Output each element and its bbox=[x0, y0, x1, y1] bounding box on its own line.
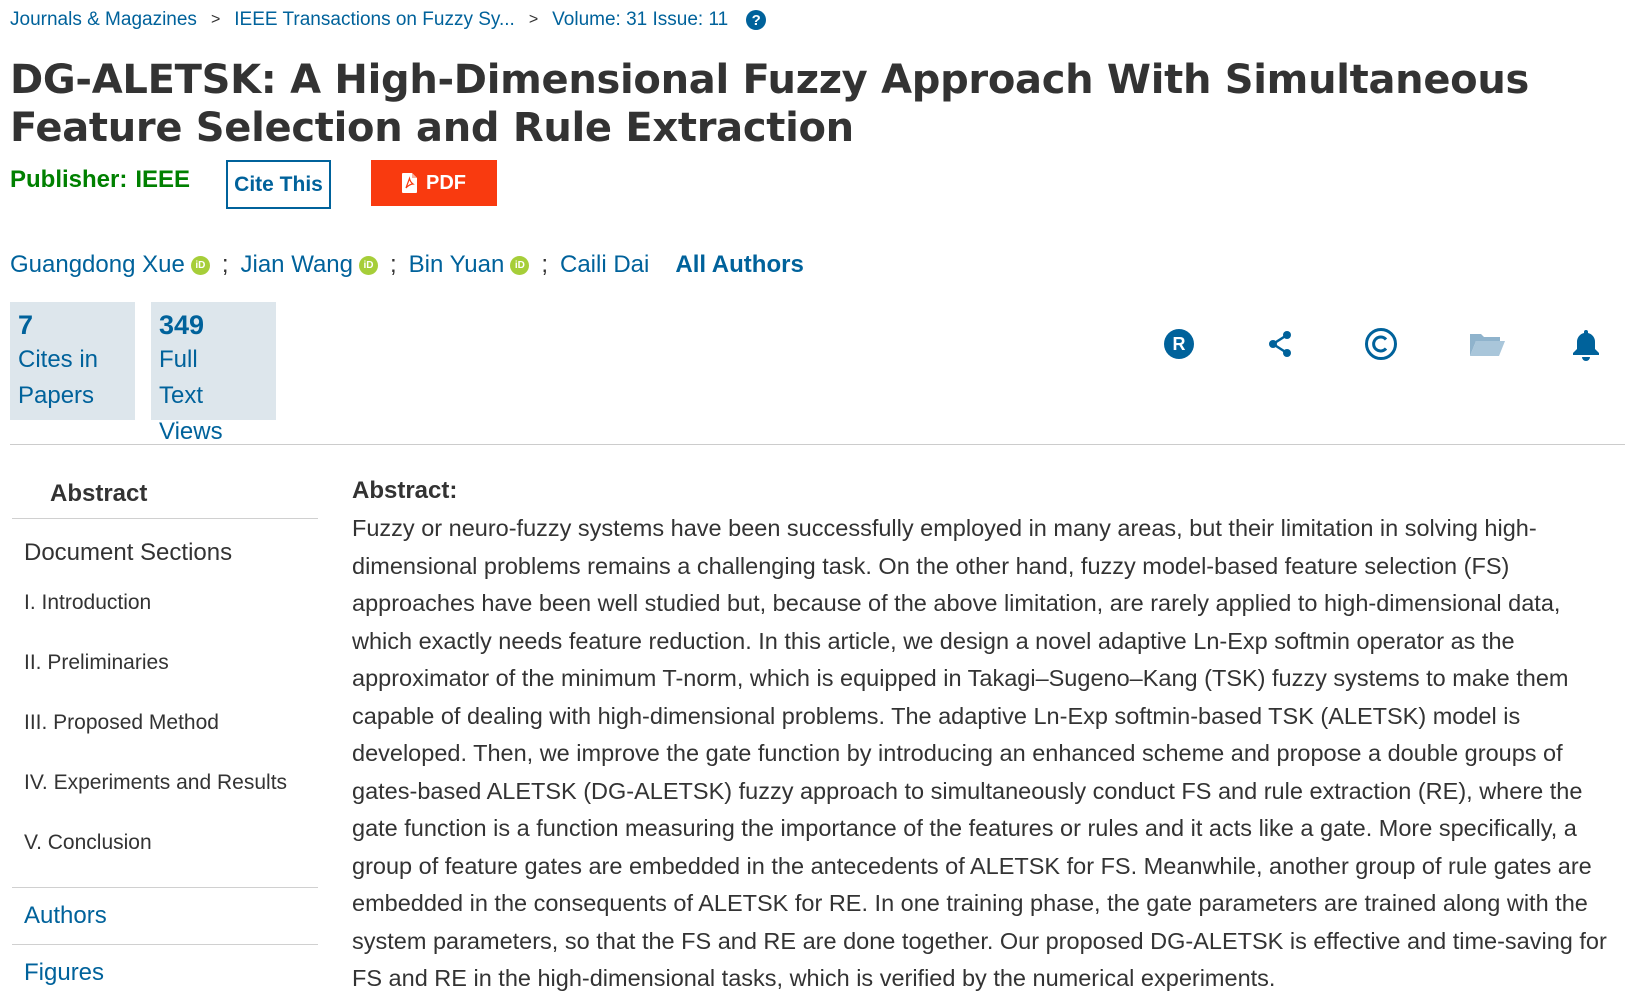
authors-list: Guangdong Xue iD ; Jian Wang iD ; Bin Yu… bbox=[10, 251, 804, 279]
cite-this-button[interactable]: Cite This bbox=[226, 160, 331, 209]
bell-icon[interactable] bbox=[1568, 326, 1604, 362]
breadcrumb-separator: > bbox=[528, 11, 539, 28]
copyright-icon[interactable] bbox=[1363, 326, 1399, 362]
breadcrumb-journals[interactable]: Journals & Magazines bbox=[10, 9, 197, 31]
sidebar-section-experiments[interactable]: IV. Experiments and Results bbox=[12, 753, 318, 813]
author-item: Jian Wang iD bbox=[241, 251, 378, 279]
all-authors-link[interactable]: All Authors bbox=[675, 251, 803, 279]
sidebar-authors-link[interactable]: Authors bbox=[12, 888, 318, 944]
publisher-value: IEEE bbox=[135, 166, 191, 193]
author-item: Caili Dai bbox=[560, 251, 649, 279]
author-item: Bin Yuan iD bbox=[409, 251, 530, 279]
help-icon[interactable]: ? bbox=[746, 10, 767, 30]
section-divider bbox=[10, 444, 1625, 445]
author-link[interactable]: Guangdong Xue bbox=[10, 251, 185, 279]
document-title: DG-ALETSK: A High-Dimensional Fuzzy Appr… bbox=[10, 57, 1530, 151]
sidebar-document-sections: Document Sections bbox=[24, 539, 233, 566]
publisher: Publisher: IEEE bbox=[10, 166, 190, 194]
share-icon[interactable] bbox=[1262, 326, 1298, 362]
cites-count: 7 bbox=[18, 310, 34, 340]
orcid-icon[interactable]: iD bbox=[510, 255, 530, 275]
sidebar-section-preliminaries[interactable]: II. Preliminaries bbox=[12, 633, 318, 693]
author-item: Guangdong Xue iD bbox=[10, 251, 210, 279]
breadcrumb-separator: > bbox=[210, 11, 221, 28]
document-sidebar: Abstract Document Sections I. Introducti… bbox=[12, 470, 318, 1001]
sidebar-section-proposed-method[interactable]: III. Proposed Method bbox=[12, 693, 318, 753]
cites-in-papers-metric[interactable]: 7 Cites in Papers bbox=[10, 302, 135, 420]
pdf-icon bbox=[402, 173, 417, 193]
pdf-button[interactable]: PDF bbox=[371, 160, 497, 206]
cites-label: Cites in Papers bbox=[18, 346, 99, 409]
abstract-heading: Abstract: bbox=[352, 477, 458, 504]
abstract-text: Fuzzy or neuro-fuzzy systems have been s… bbox=[352, 515, 1607, 991]
author-separator: ; bbox=[541, 251, 548, 278]
views-count: 349 bbox=[159, 310, 205, 340]
author-separator: ; bbox=[390, 251, 397, 278]
orcid-icon[interactable]: iD bbox=[359, 255, 378, 275]
svg-text:R: R bbox=[1173, 334, 1186, 354]
sidebar-section-conclusion[interactable]: V. Conclusion bbox=[12, 813, 318, 873]
orcid-icon[interactable]: iD bbox=[190, 255, 210, 275]
views-label: Full Text Views bbox=[159, 346, 223, 445]
author-link[interactable]: Bin Yuan bbox=[409, 251, 505, 279]
sidebar-abstract[interactable]: Abstract bbox=[12, 470, 318, 518]
author-link[interactable]: Caili Dai bbox=[560, 251, 649, 279]
sidebar-divider bbox=[12, 518, 318, 519]
sidebar-figures-link[interactable]: Figures bbox=[12, 945, 318, 1001]
breadcrumb: Journals & Magazines > IEEE Transactions… bbox=[10, 8, 767, 32]
rights-icon[interactable]: R bbox=[1161, 326, 1197, 362]
full-text-views-metric[interactable]: 349 Full Text Views bbox=[151, 302, 276, 445]
publisher-label: Publisher: bbox=[10, 166, 128, 193]
folder-icon[interactable] bbox=[1467, 326, 1507, 362]
breadcrumb-journal-name[interactable]: IEEE Transactions on Fuzzy Sy... bbox=[234, 9, 515, 31]
author-separator: ; bbox=[221, 251, 229, 278]
pdf-label: PDF bbox=[426, 171, 466, 194]
abstract-section: Abstract: Fuzzy or neuro-fuzzy systems h… bbox=[352, 476, 1622, 998]
breadcrumb-volume-issue[interactable]: Volume: 31 Issue: 11 bbox=[552, 9, 728, 31]
sidebar-section-introduction[interactable]: I. Introduction bbox=[12, 573, 318, 633]
author-link[interactable]: Jian Wang bbox=[241, 251, 354, 279]
